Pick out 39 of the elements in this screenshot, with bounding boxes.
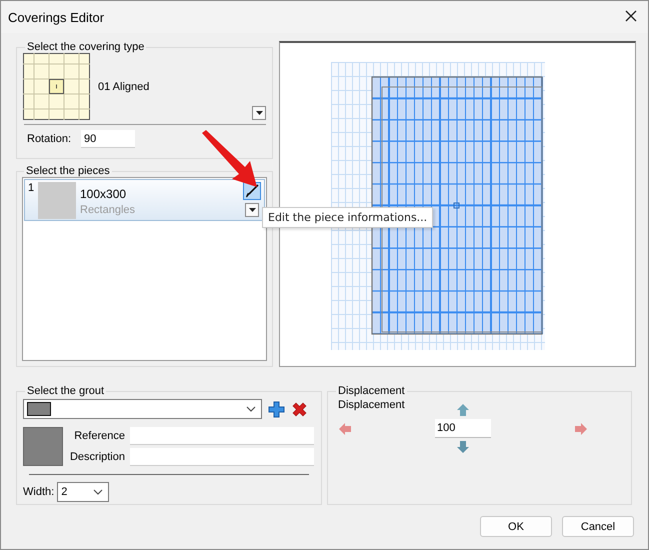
reference-field[interactable]: [130, 427, 314, 445]
group-label: Select the covering type: [26, 41, 146, 53]
width-label: Width:: [23, 486, 54, 498]
piece-type: Rectangles: [80, 204, 136, 216]
reference-label: Reference: [73, 430, 125, 442]
grout-color-swatch: [23, 427, 63, 466]
group-label: Select the pieces: [25, 165, 111, 177]
description-field[interactable]: [130, 448, 314, 466]
window-title: Coverings Editor: [8, 10, 104, 24]
caret-icon: [256, 111, 262, 115]
piece-item[interactable]: 1 100x300 Rectangles: [24, 179, 265, 221]
description-label: Description: [68, 451, 125, 463]
piece-index: 1: [28, 182, 34, 196]
dropdown-button[interactable]: [245, 203, 259, 217]
grout-color-swatch: [27, 402, 51, 416]
width-dropdown[interactable]: 2: [57, 482, 110, 502]
rotation-label: Rotation:: [27, 133, 72, 145]
delete-icon[interactable]: [291, 400, 308, 418]
displacement-caption: Displacement: [338, 399, 405, 411]
covering-pattern-icon[interactable]: [23, 53, 90, 120]
chevron-icon: [246, 406, 256, 412]
piece-size: 100x300: [80, 187, 128, 201]
close-icon[interactable]: [625, 10, 637, 22]
ok-button[interactable]: OK: [480, 516, 552, 537]
dropdown-button[interactable]: [252, 106, 266, 120]
arrow-down-icon[interactable]: [456, 440, 470, 454]
group-label: Displacement: [337, 385, 406, 397]
displacement-field[interactable]: 100: [435, 419, 491, 438]
caret-icon: [248, 208, 256, 212]
rotation-field[interactable]: 90: [81, 130, 136, 148]
tooltip: Edit the piece informations...: [262, 207, 434, 228]
annotation-arrow: [199, 129, 259, 189]
group-label: Select the grout: [26, 385, 106, 397]
piece-thumbnail: [38, 182, 76, 219]
cancel-button[interactable]: Cancel: [562, 516, 634, 537]
grout-dropdown[interactable]: [23, 399, 262, 419]
add-icon[interactable]: [268, 400, 285, 418]
chevron-icon: [93, 489, 104, 495]
covering-type-name: 01 Aligned: [98, 80, 150, 92]
